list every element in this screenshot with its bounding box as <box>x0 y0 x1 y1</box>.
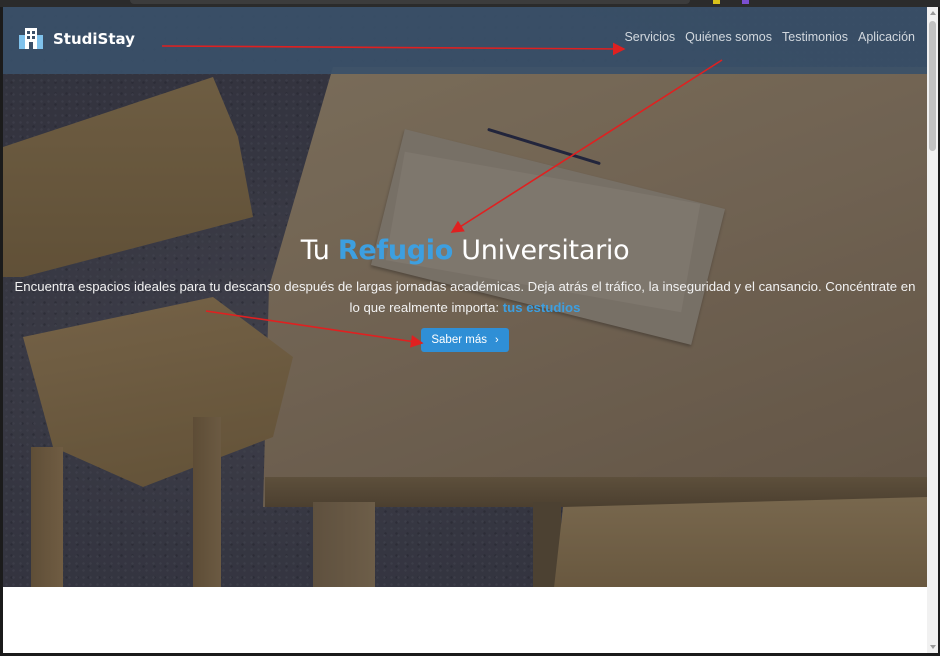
nav-link-testimonios[interactable]: Testimonios <box>782 30 848 44</box>
saber-mas-label: Saber más <box>431 334 487 346</box>
nav-link-quienes-somos[interactable]: Quiénes somos <box>685 30 772 44</box>
building-icon <box>19 28 43 49</box>
page-viewport: Tu Refugio Universitario Encuentra espac… <box>3 7 927 653</box>
nav-links: Servicios Quiénes somos Testimonios Apli… <box>624 30 915 44</box>
browser-top-strip <box>0 0 940 7</box>
hero-title-accent: Refugio <box>337 235 453 266</box>
hero-title-after: Universitario <box>461 235 630 266</box>
scroll-down-arrow-icon[interactable] <box>930 645 936 649</box>
extension-icon[interactable] <box>742 0 749 4</box>
nav-link-servicios[interactable]: Servicios <box>624 30 675 44</box>
nav-link-aplicacion[interactable]: Aplicación <box>858 30 915 44</box>
address-bar[interactable] <box>130 0 690 4</box>
chevron-right-icon: › <box>494 334 499 346</box>
scrollbar-thumb[interactable] <box>929 21 936 151</box>
extension-icon[interactable] <box>713 0 720 4</box>
brand[interactable]: StudiStay <box>17 23 135 55</box>
hero-title-before: Tu <box>300 235 330 266</box>
saber-mas-button[interactable]: Saber más › <box>421 328 509 352</box>
hero-description: Encuentra espacios ideales para tu desca… <box>10 276 920 318</box>
navbar: StudiStay Servicios Quiénes somos Testim… <box>3 7 927 74</box>
hero-description-highlight: tus estudios <box>502 300 581 315</box>
hero-title: Tu Refugio Universitario <box>3 235 927 266</box>
vertical-scrollbar[interactable] <box>927 7 938 653</box>
hero-content: Tu Refugio Universitario Encuentra espac… <box>3 235 927 352</box>
hero-description-text: Encuentra espacios ideales para tu desca… <box>14 279 916 315</box>
brand-name: StudiStay <box>53 30 135 48</box>
hero-section: Tu Refugio Universitario Encuentra espac… <box>3 7 927 587</box>
scroll-up-arrow-icon[interactable] <box>930 11 936 15</box>
